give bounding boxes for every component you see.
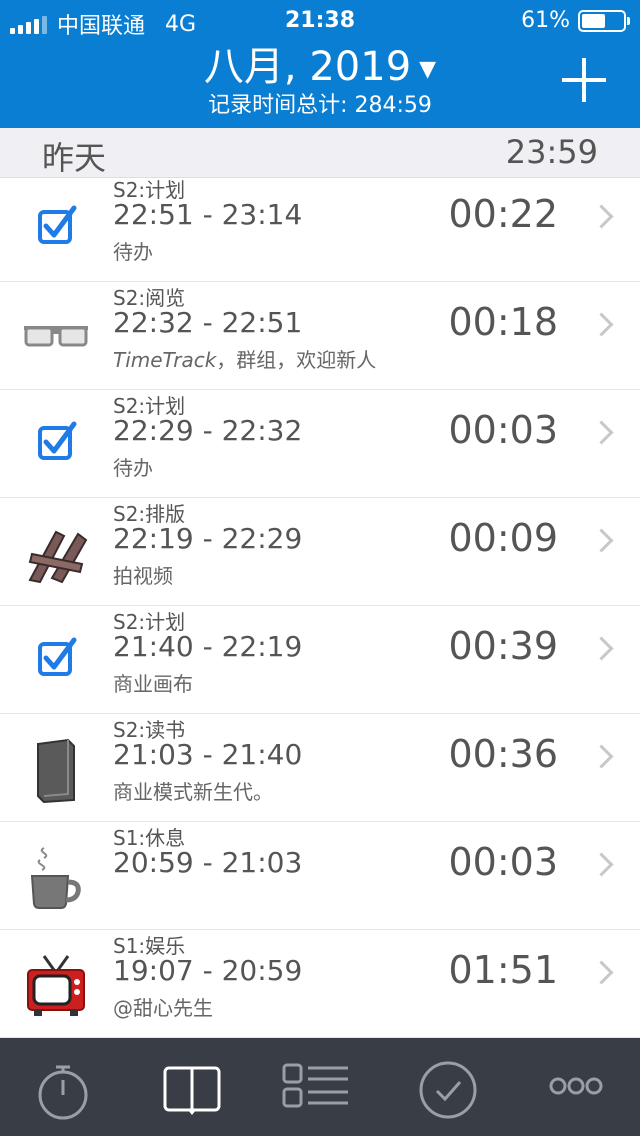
battery-icon — [578, 9, 630, 32]
entry-duration: 00:03 — [448, 408, 558, 452]
tab-bar — [0, 1038, 640, 1136]
entry-note-app-name: TimeTrack — [113, 348, 217, 372]
entry-note: 待办 — [113, 236, 153, 265]
entry-note-text: 待办 — [113, 456, 153, 480]
checkbox-icon — [22, 412, 90, 480]
entry-time-range: 19:07 - 20:59 — [113, 954, 303, 987]
entry-note: 拍视频 — [113, 560, 173, 589]
battery-percent: 61% — [521, 8, 570, 33]
day-total: 23:59 — [505, 133, 598, 171]
entry-time-range: 22:51 - 23:14 — [113, 198, 303, 231]
chevron-right-icon — [589, 960, 614, 985]
chevron-right-icon — [589, 744, 614, 769]
tv-icon — [22, 952, 90, 1020]
entry-note-text: 商业画布 — [113, 672, 193, 696]
categories-list-icon — [282, 1063, 348, 1108]
more-icon — [549, 1077, 603, 1095]
dropdown-caret-icon: ▼ — [419, 56, 437, 82]
chevron-right-icon — [589, 312, 614, 337]
stopwatch-icon — [38, 1065, 88, 1120]
chevron-right-icon — [589, 852, 614, 877]
entry-time-range: 22:19 - 22:29 — [113, 522, 303, 555]
entry-note-text: 商业模式新生代。 — [113, 780, 273, 804]
entry-duration: 00:18 — [448, 300, 558, 344]
tab-categories[interactable] — [256, 1038, 384, 1136]
entry-note: 商业模式新生代。 — [113, 776, 273, 805]
entry-note: 待办 — [113, 452, 153, 481]
time-entry-row[interactable]: S1:休息 20:59 - 21:03 00:03 — [0, 822, 640, 930]
time-entry-row[interactable]: S1:娱乐 19:07 - 20:59 @甜心先生 01:51 — [0, 930, 640, 1038]
entry-duration: 00:09 — [448, 516, 558, 560]
chevron-right-icon — [589, 204, 614, 229]
entry-note: TimeTrack，群组，欢迎新人 — [113, 344, 376, 373]
checkbox-icon — [22, 196, 90, 264]
day-section-header: 昨天 23:59 — [0, 128, 640, 178]
entry-duration: 01:51 — [448, 948, 558, 992]
glasses-icon — [22, 304, 90, 372]
entry-time-range: 22:29 - 22:32 — [113, 414, 303, 447]
chevron-right-icon — [589, 420, 614, 445]
entry-note-text: ，群组，欢迎新人 — [216, 348, 377, 372]
time-entry-row[interactable]: S2:计划 22:51 - 23:14 待办 00:22 — [0, 178, 640, 282]
entry-duration: 00:22 — [448, 192, 558, 236]
entry-note-text: @甜心先生 — [113, 996, 213, 1020]
entry-time-range: 22:32 - 22:51 — [113, 306, 303, 339]
chevron-right-icon — [589, 528, 614, 553]
entry-time-range: 21:40 - 22:19 — [113, 630, 303, 663]
entry-time-range: 20:59 - 21:03 — [113, 846, 303, 879]
coffee-cup-icon — [22, 844, 90, 912]
tab-log[interactable] — [128, 1038, 256, 1136]
time-entry-row[interactable]: S2:读书 21:03 - 21:40 商业模式新生代。 00:36 — [0, 714, 640, 822]
time-entry-row[interactable]: S2:排版 22:19 - 22:29 拍视频 00:09 — [0, 498, 640, 606]
tab-more[interactable] — [512, 1038, 640, 1136]
entry-note: 商业画布 — [113, 668, 193, 697]
day-label: 昨天 — [42, 139, 107, 177]
checkbox-icon — [22, 628, 90, 696]
time-entry-row[interactable]: S2:阅览 22:32 - 22:51 TimeTrack，群组，欢迎新人 00:18 — [0, 282, 640, 390]
entry-duration: 00:03 — [448, 840, 558, 884]
tab-timer[interactable] — [0, 1038, 128, 1136]
time-entry-row[interactable]: S2:计划 22:29 - 22:32 待办 00:03 — [0, 390, 640, 498]
entry-duration: 00:36 — [448, 732, 558, 776]
entry-duration: 00:39 — [448, 624, 558, 668]
typesetting-icon — [22, 520, 90, 588]
tab-goals[interactable] — [384, 1038, 512, 1136]
log-book-icon — [163, 1066, 221, 1115]
entry-time-range: 21:03 - 21:40 — [113, 738, 303, 771]
month-selector[interactable]: 八月, 2019 ▼ — [0, 34, 640, 92]
add-entry-button[interactable] — [562, 58, 606, 102]
book-icon — [22, 736, 90, 804]
total-recorded-time: 记录时间总计: 284:59 — [208, 93, 432, 118]
goals-check-icon — [419, 1061, 477, 1119]
entry-note: @甜心先生 — [113, 992, 213, 1021]
page-title: 八月, 2019 — [203, 44, 412, 90]
time-entry-row[interactable]: S2:计划 21:40 - 22:19 商业画布 00:39 — [0, 606, 640, 714]
chevron-right-icon — [589, 636, 614, 661]
entry-note-text: 拍视频 — [113, 564, 173, 588]
entry-note-text: 待办 — [113, 240, 153, 264]
app-header: 中国联通 4G 21:38 61% 八月, 2019 ▼ 记录时间总计: 284:… — [0, 0, 640, 128]
time-entry-list: S2:计划 22:51 - 23:14 待办 00:22 S2:阅览 22:32 - 22… — [0, 178, 640, 1038]
